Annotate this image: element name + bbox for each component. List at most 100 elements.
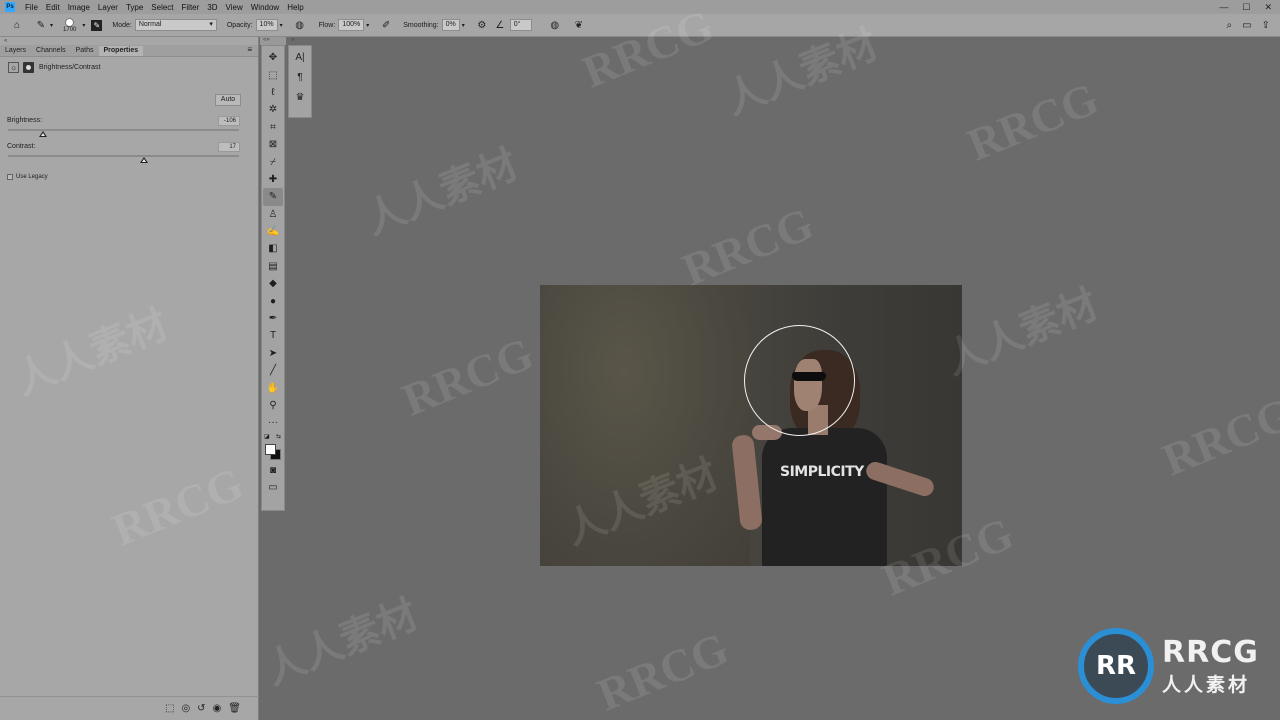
opacity-input[interactable]: 10% — [255, 19, 278, 31]
panel-collapse-icon[interactable]: « — [0, 37, 258, 45]
move-tool-icon[interactable]: ✥ — [263, 49, 283, 66]
magic-wand-tool-icon[interactable]: ✲ — [263, 101, 283, 118]
menu-filter[interactable]: Filter — [178, 3, 204, 12]
swap-colors-icon[interactable]: ⇆ — [276, 433, 281, 440]
search-icon[interactable]: ⌕ — [1227, 20, 1233, 31]
pen-tool-icon[interactable]: ✒ — [263, 310, 283, 327]
properties-panel: « Layers Channels Paths Properties ≡ ☼ B… — [0, 37, 259, 720]
menu-view[interactable]: View — [222, 3, 247, 12]
hand-tool-icon[interactable]: ✋ — [263, 379, 283, 396]
dodge-tool-icon[interactable]: ● — [263, 292, 283, 309]
brightness-input[interactable]: -106 — [218, 116, 240, 126]
menu-type[interactable]: Type — [122, 3, 147, 12]
more-tools-icon[interactable]: ··· — [263, 414, 283, 431]
foreground-color-swatch[interactable] — [265, 443, 276, 455]
maximize-icon[interactable]: ☐ — [1242, 2, 1250, 13]
trash-icon[interactable]: 🗑 — [228, 703, 241, 714]
contrast-input[interactable]: 17 — [218, 142, 240, 152]
brush-panel-icon[interactable]: ♛ — [296, 92, 305, 108]
tab-channels[interactable]: Channels — [31, 46, 71, 56]
menu-window[interactable]: Window — [247, 3, 283, 12]
share-icon[interactable]: ⇪ — [1262, 20, 1270, 31]
gear-icon[interactable]: ⚙ — [475, 18, 489, 32]
opacity-label: Opacity: — [226, 21, 253, 29]
menu-image[interactable]: Image — [64, 3, 94, 12]
character-panel-icon[interactable]: A| — [295, 52, 304, 68]
logo-mark-icon: RR — [1078, 628, 1154, 704]
menu-file[interactable]: File — [21, 3, 42, 12]
brush-preset-picker[interactable]: ✎ ▾ — [34, 18, 53, 32]
adjustment-title: Brightness/Contrast — [39, 63, 101, 71]
flow-label: Flow: — [318, 21, 336, 29]
watermark-text: RRCG — [960, 72, 1106, 171]
quick-mask-icon[interactable]: ◙ — [263, 462, 283, 479]
use-legacy-checkbox[interactable]: Use Legacy — [7, 174, 48, 180]
flow-input[interactable]: 100% — [338, 19, 365, 31]
mode-select[interactable]: Normal ▾ — [134, 19, 217, 31]
zoom-tool-icon[interactable]: ⚲ — [263, 397, 283, 414]
history-brush-tool-icon[interactable]: ✍ — [263, 223, 283, 240]
angle-icon: ∠ — [495, 19, 505, 31]
clone-stamp-tool-icon[interactable]: ♙ — [263, 206, 283, 223]
frame-tool-icon[interactable]: ⊠ — [263, 136, 283, 153]
minimize-icon[interactable]: — — [1219, 2, 1228, 13]
lasso-tool-icon[interactable]: ℓ — [263, 84, 283, 101]
contrast-slider[interactable] — [8, 155, 239, 157]
crop-tool-icon[interactable]: ⌗ — [263, 119, 283, 136]
chevron-down-icon[interactable]: ▾ — [280, 22, 283, 29]
clip-to-layer-icon[interactable]: ⬚ — [165, 703, 174, 714]
airbrush-icon[interactable]: ✐ — [379, 18, 393, 32]
menu-select[interactable]: Select — [147, 3, 177, 12]
type-tool-icon[interactable]: T — [263, 327, 283, 344]
angle-input[interactable]: 0° — [509, 19, 532, 31]
auto-button[interactable]: Auto — [215, 94, 241, 106]
home-icon[interactable]: ⌂ — [10, 18, 24, 32]
brightness-contrast-icon[interactable]: ☼ — [8, 61, 19, 73]
blur-tool-icon[interactable]: ◆ — [263, 275, 283, 292]
brush-settings-icon[interactable]: ✎ — [91, 19, 103, 31]
mini-panel-collapse-icon[interactable]: » — [288, 37, 314, 45]
menu-layer[interactable]: Layer — [94, 3, 122, 12]
close-icon[interactable]: ✕ — [1264, 2, 1272, 13]
reset-icon[interactable]: ↺ — [197, 703, 205, 714]
screen-mode-icon[interactable]: ▭ — [263, 479, 283, 496]
tab-paths[interactable]: Paths — [71, 46, 99, 56]
menu-3d[interactable]: 3D — [203, 3, 221, 12]
tab-properties[interactable]: Properties — [98, 46, 144, 56]
document-canvas[interactable]: SIMPLICITY — [540, 285, 962, 566]
eyedropper-tool-icon[interactable]: ⌿ — [263, 153, 283, 170]
brightness-slider-thumb[interactable] — [38, 131, 47, 137]
symmetry-icon[interactable]: ❦ — [572, 18, 586, 32]
mode-value: Normal — [138, 21, 162, 28]
marquee-tool-icon[interactable]: ⬚ — [263, 66, 283, 83]
panel-menu-icon[interactable]: ≡ — [241, 45, 258, 56]
properties-footer: ⬚ ◎ ↺ ◉ 🗑 — [0, 696, 259, 720]
view-previous-icon[interactable]: ◎ — [181, 703, 190, 714]
pressure-size-icon[interactable]: ◍ — [548, 18, 562, 32]
chevron-down-icon[interactable]: ▾ — [82, 22, 85, 29]
gradient-tool-icon[interactable]: ▤ — [263, 258, 283, 275]
default-colors-icon[interactable]: ◪ — [264, 433, 270, 440]
menu-help[interactable]: Help — [283, 3, 307, 12]
menu-edit[interactable]: Edit — [42, 3, 64, 12]
brush-tool-icon[interactable]: ✎ — [263, 188, 283, 206]
shirt-text: SIMPLICITY — [780, 464, 864, 480]
photoshop-logo-icon[interactable]: Ps — [5, 2, 15, 12]
tab-layers[interactable]: Layers — [0, 46, 31, 56]
layer-mask-icon[interactable] — [23, 61, 34, 73]
paragraph-panel-icon[interactable]: ¶ — [297, 72, 302, 88]
contrast-slider-thumb[interactable] — [140, 157, 149, 163]
visibility-icon[interactable]: ◉ — [213, 703, 222, 714]
healing-brush-tool-icon[interactable]: ✚ — [263, 171, 283, 188]
chevron-down-icon[interactable]: ▾ — [366, 22, 369, 29]
adjustment-header: ☼ Brightness/Contrast — [0, 57, 258, 77]
eraser-tool-icon[interactable]: ◧ — [263, 240, 283, 257]
brush-size-picker[interactable]: 1700 — [63, 17, 76, 33]
pressure-opacity-icon[interactable]: ◍ — [293, 18, 307, 32]
workspace-icon[interactable]: ▭ — [1242, 20, 1251, 31]
chevron-down-icon[interactable]: ▾ — [462, 22, 465, 29]
path-selection-tool-icon[interactable]: ➤ — [263, 345, 283, 362]
toolbar-collapse-icon[interactable]: «» — [260, 37, 286, 45]
line-tool-icon[interactable]: ╱ — [263, 362, 283, 379]
smoothing-input[interactable]: 0% — [441, 19, 460, 31]
